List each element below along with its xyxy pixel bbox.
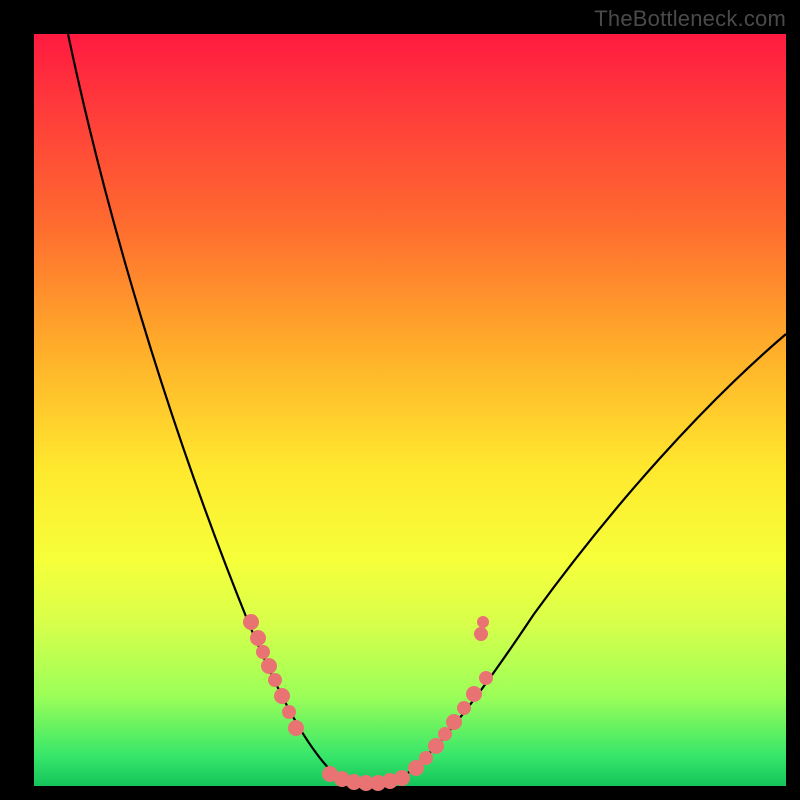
marker-dot xyxy=(438,727,452,741)
marker-dot xyxy=(457,701,471,715)
attribution-text: TheBottleneck.com xyxy=(594,6,786,32)
marker-dot xyxy=(477,616,489,628)
marker-dot xyxy=(256,645,270,659)
marker-dot xyxy=(250,630,266,646)
marker-dot xyxy=(446,714,462,730)
marker-dot xyxy=(428,738,444,754)
marker-dot xyxy=(243,614,259,630)
marker-dot xyxy=(288,720,304,736)
bottleneck-curve-left xyxy=(68,34,334,774)
chart-frame: TheBottleneck.com xyxy=(0,0,800,800)
marker-dot xyxy=(282,705,296,719)
plot-area xyxy=(34,34,786,786)
marker-dot xyxy=(274,688,290,704)
marker-dot xyxy=(394,770,410,786)
curve-layer xyxy=(34,34,786,786)
marker-dot xyxy=(268,673,282,687)
marker-dot xyxy=(419,751,433,765)
marker-dot xyxy=(466,686,482,702)
marker-dot xyxy=(474,627,488,641)
marker-dot xyxy=(479,671,493,685)
marker-dot xyxy=(261,658,277,674)
